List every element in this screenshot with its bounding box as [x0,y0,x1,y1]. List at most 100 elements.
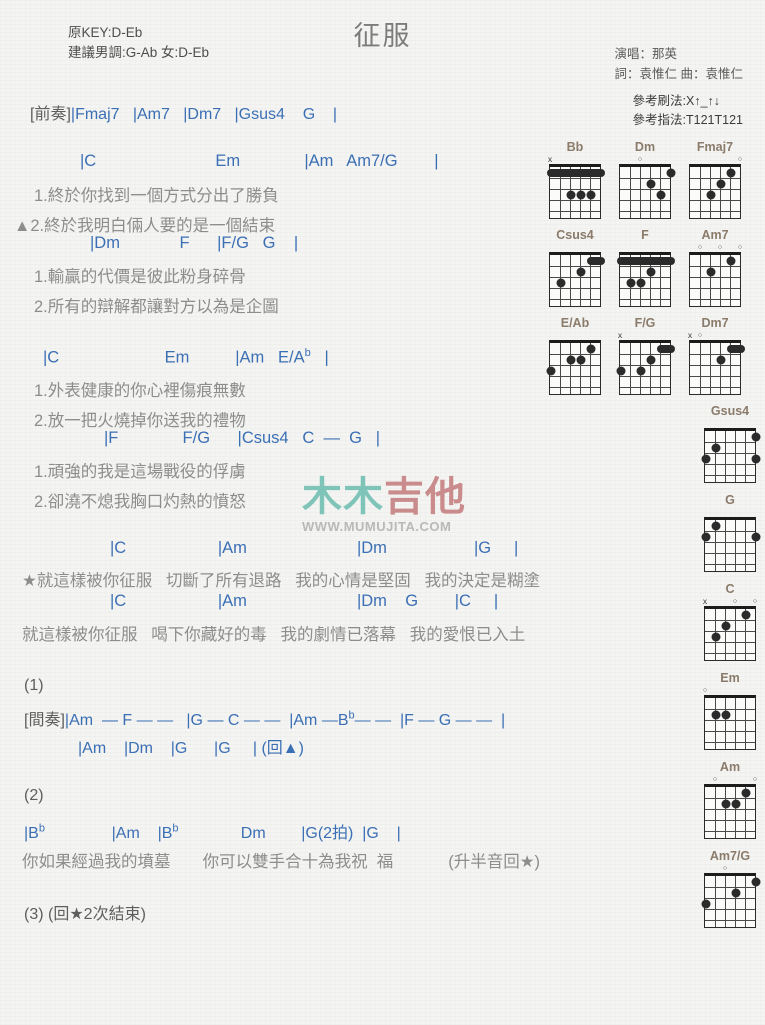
fret-line [690,189,740,190]
finger-dot [701,532,711,541]
finger-dot [741,788,751,797]
chord-open-mute-marks [540,331,610,340]
chord-diagram: G [695,493,765,572]
chord-diagram-cell: Bb x [540,140,610,221]
chord-diagram-cell: Em ○ [695,671,765,752]
chord-diagram-row: G [540,493,765,574]
chord-diagram: Am ○ ○ [695,760,765,839]
fretboard-grid [547,164,605,219]
finger-dot [751,454,761,463]
fret-line [620,200,670,201]
chorus1-lyric: ★就這樣被你征服 切斷了所有退路 我的心情是堅固 我的決定是糊塗 [22,572,541,590]
chord-open-mute-marks [695,419,765,428]
fret-line [620,354,670,355]
fret-line [705,542,755,543]
finger-dot [706,190,716,199]
section-number-2: (2) [24,787,44,804]
fret-line [705,887,755,888]
section-number-1: (1) [24,677,44,694]
finger-dot [721,621,731,630]
muted-string-icon: x [617,330,623,340]
verse1-chordline-a: |C Em |Am Am7/G | [80,152,439,170]
finger-dot [636,278,646,287]
verse1-lyric-3: 1.輸贏的代價是彼此粉身碎骨 [34,268,246,286]
chord-diagram-panel: Bb x Dm ○ Fmaj7 ○ Csus4 F Am7 ○ ○ ○ E/Ab F/G x Dm7 x ○ Gsu… [540,140,765,938]
chord-open-mute-marks [540,243,610,252]
open-string-icon: ○ [697,332,703,339]
fret-line [620,288,670,289]
fret-line [690,288,740,289]
fret-line [550,299,600,300]
chord-diagram: F [610,228,680,307]
chord-diagram: F/G x [610,316,680,395]
chorus1-chordline: |C |Am |Dm |G | [110,539,519,557]
fret-line [690,266,740,267]
chord-diagram-row: Csus4 F Am7 ○ ○ ○ [540,228,765,309]
fretboard-grid [704,695,756,750]
chord-diagram-cell: Gsus4 [695,404,765,485]
open-string-icon: ○ [752,598,758,605]
verse1-lyric-1: 1.終於你找到一個方式分出了勝負 [34,187,279,205]
fret-line [690,200,740,201]
open-string-icon: ○ [717,244,723,251]
interlude-line-1: [間奏]|Am — F — — |G — C — — |Am —Bb— — |F… [24,706,505,730]
chord-diagram-name: Csus4 [556,228,594,242]
fret-line [550,376,600,377]
finger-dot [646,179,656,188]
chord-diagram-name: Am [719,760,741,774]
open-string-icon: ○ [702,687,708,694]
chord-diagram-name: Dm [634,140,656,154]
fret-line [705,620,755,621]
fret-line [705,642,755,643]
open-string-icon: ○ [752,776,758,783]
fret-line [690,376,740,377]
verse1-lyric-4: 2.所有的辯解都讓對方以為是企圖 [34,298,279,316]
fret-line [690,299,740,300]
chord-diagram-row: E/Ab F/G x Dm7 x ○ [540,316,765,397]
chord-open-mute-marks: ○ ○ [695,775,765,784]
intro-label: [前奏] [30,106,71,123]
finger-dot [716,355,726,364]
chord-diagram-name: F [641,228,649,242]
finger-dot [646,267,656,276]
finger-dot [666,168,676,177]
finger-dot [626,278,636,287]
chord-diagram: Am7 ○ ○ ○ [680,228,750,307]
watermark-logo: 木木吉他 [302,476,494,518]
chorus2-lyric: 就這樣被你征服 喝下你藏好的毒 我的劇情已落幕 我的愛恨已入土 [22,626,526,644]
fret-line [690,387,740,388]
open-string-icon: ○ [637,156,643,163]
finger-dot [711,443,721,452]
intro-chords: |Fmaj7 |Am7 |Dm7 |Gsus4 G | [70,106,338,123]
fret-line [690,277,740,278]
barre-marker [547,168,605,177]
wm-char-1: 木 [302,475,343,519]
chord-diagram-name: Dm7 [701,316,729,330]
fretboard-grid [704,606,756,661]
fretboard-grid [619,164,676,219]
chord-open-mute-marks: x [540,155,610,164]
finger-dot [586,344,596,353]
fret-line [705,831,755,832]
chord-open-mute-marks: ○ [610,155,680,164]
site-watermark: 木木吉他 WWW.MUMUJITA.COM [302,476,494,538]
chord-diagram-cell: Am7 ○ ○ ○ [680,228,750,309]
open-string-icon: ○ [732,598,738,605]
chord-diagram-name: Gsus4 [710,404,750,418]
barre-marker [657,344,675,353]
finger-dot [711,710,721,719]
chord-sheet: 征服 原KEY:D-Eb 建議男調:G-Ab 女:D-Eb 演唱：那英 詞：袁惟… [0,0,765,1025]
finger-dot [721,710,731,719]
chord-diagram: Bb x [540,140,610,219]
chord-diagram-cell: F/G x [610,316,680,397]
fretboard-grid [701,517,761,572]
finger-dot [751,432,761,441]
outro-chordline: |Bb |Am |Bb Dm |G(2拍) |G | [24,819,401,843]
chord-diagram-name: F/G [634,316,656,330]
finger-dot [616,366,626,375]
outro-chords-c: Dm |G(2拍) |G | [178,825,401,842]
chord-diagram-cell: G [695,493,765,574]
fret-line [705,820,755,821]
fret-line [550,387,600,388]
interlude-line-2: |Am |Dm |G |G | (回▲) [78,740,304,757]
